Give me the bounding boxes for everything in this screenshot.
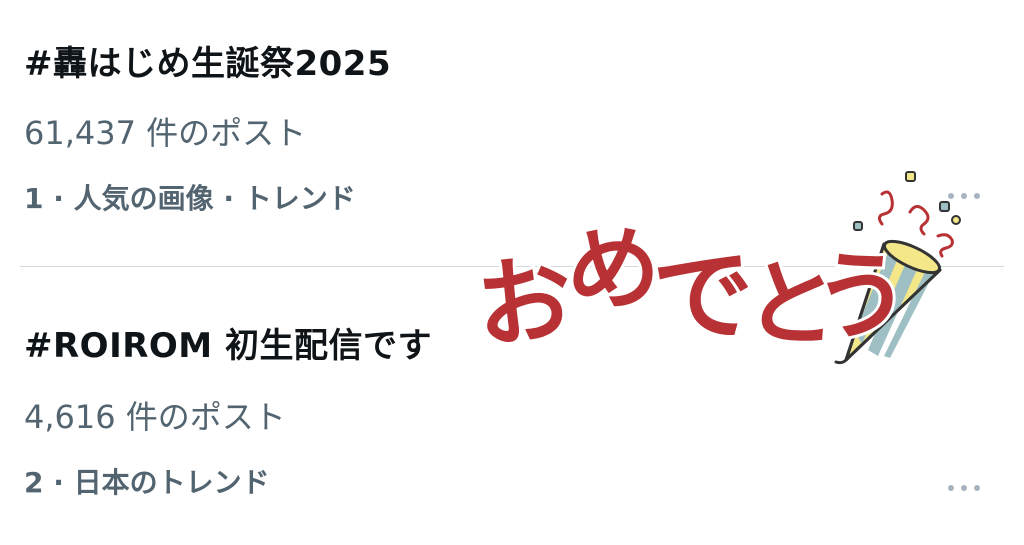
- svg-text:お: お: [471, 242, 578, 363]
- more-horizontal-icon: [948, 485, 954, 491]
- trend-meta: 1 · 人気の画像 · トレンド: [24, 182, 356, 215]
- more-horizontal-icon: [974, 485, 980, 491]
- svg-text:め: め: [563, 211, 666, 327]
- svg-text:う: う: [811, 238, 913, 355]
- svg-text:で: で: [650, 235, 758, 359]
- trend-post-count: 61,437 件のポスト: [24, 114, 307, 152]
- omedetou-lettering: お め で と う: [470, 208, 916, 366]
- trend-post-count: 4,616 件のポスト: [24, 398, 286, 436]
- more-horizontal-icon: [961, 485, 967, 491]
- trend-meta: 2 · 日本のトレンド: [24, 466, 270, 499]
- trend-title[interactable]: #轟はじめ生誕祭2025: [24, 36, 391, 85]
- trend-title[interactable]: #ROIROM 初生配信です: [24, 318, 432, 367]
- party-popper-sticker: お め で と う: [470, 160, 990, 370]
- more-options-button[interactable]: [948, 478, 980, 498]
